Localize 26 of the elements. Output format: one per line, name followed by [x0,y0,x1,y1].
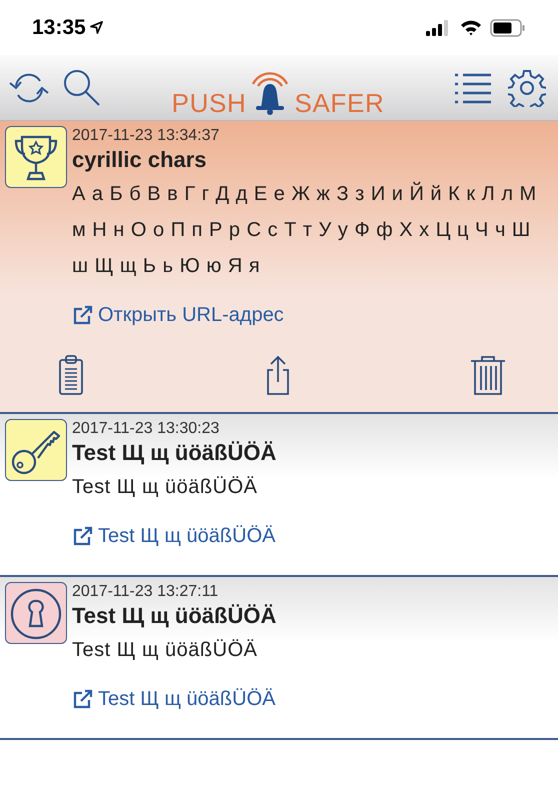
message-title: cyrillic chars [72,146,208,174]
external-link-icon [72,305,94,325]
clock-time: 13:35 [32,14,86,41]
message-card[interactable]: 2017-11-23 13:34:37 cyrillic chars А а Б б В в Г г Д д Е е Ж ж З з И и Й й К к Л л М м Н н О о П п Р р С с Т т У у Ф ф Х х Ц ц Ч ч Ш ш Щ щ Ь ь Ю ю Я я Открыть URL-адрес [0,121,558,414]
message-title: Test Щ щ üöäßÜÖÄ [72,439,278,467]
message-card[interactable]: 2017-11-23 13:27:11 Test Щ щ üöäßÜÖÄ Test Щ щ üöäßÜÖÄ Test Щ щ üöäßÜÖÄ [0,577,558,740]
search-icon[interactable] [62,68,102,108]
wifi-icon [460,20,482,36]
message-card[interactable]: 2017-11-23 13:30:23 Test Щ щ üöäßÜÖÄ Test Щ щ üöäßÜÖÄ Test Щ щ üöäßÜÖÄ [0,414,558,577]
message-time: 2017-11-23 13:30:23 [72,419,220,439]
message-time: 2017-11-23 13:27:11 [72,582,220,602]
message-body: А а Б б В в Г г Д д Е е Ж ж З з И и Й й К к Л л М м Н н О о П п Р р С с Т т У у Ф ф Х х Ц ц Ч ч Ш ш Щ щ Ь ь Ю ю Я я [72,180,538,279]
open-url-link[interactable]: Test Щ щ üöäßÜÖÄ [72,521,276,551]
settings-icon[interactable] [508,68,546,106]
message-title: Test Щ щ üöäßÜÖÄ [72,602,278,630]
trash-icon[interactable] [470,354,506,396]
external-link-icon [72,526,94,546]
message-time: 2017-11-23 13:34:37 [72,126,220,146]
open-url-link[interactable]: Test Щ щ üöäßÜÖÄ [72,684,276,714]
battery-icon [490,18,526,36]
app-logo: PUSH SAFER [172,68,384,116]
open-url-link[interactable]: Открыть URL-адрес [72,300,284,330]
location-arrow-icon [90,21,103,34]
message-body: Test Щ щ üöäßÜÖÄ [72,638,258,663]
message-body: Test Щ щ üöäßÜÖÄ [72,475,258,500]
external-link-icon [72,689,94,709]
